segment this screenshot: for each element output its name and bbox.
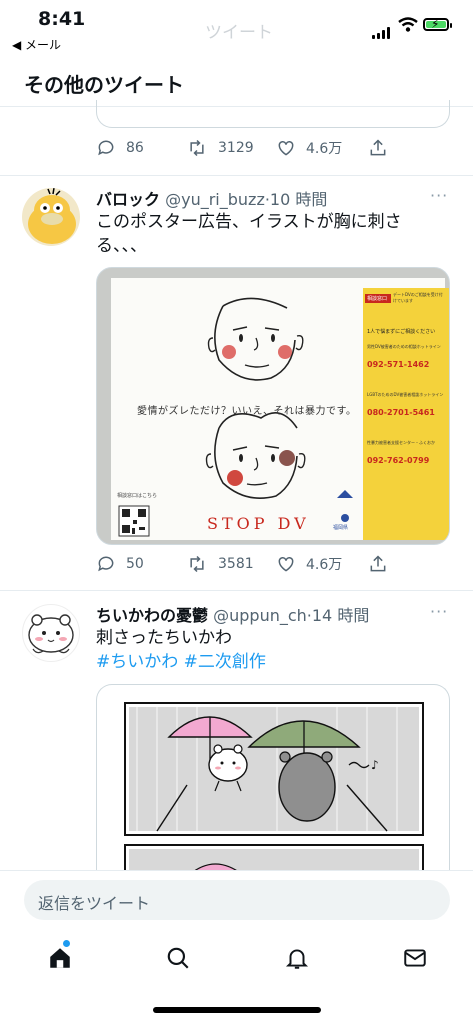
page-title: その他のツイート (24, 73, 184, 97)
bell-icon (285, 949, 309, 969)
share-button[interactable] (368, 554, 398, 574)
notification-dot (63, 940, 70, 947)
home-icon (50, 948, 70, 968)
battery-icon: ⚡ (423, 17, 452, 31)
heart-icon (278, 140, 294, 156)
share-icon (370, 139, 386, 156)
search-icon (167, 947, 189, 969)
share-icon (370, 555, 386, 572)
tweet-text: このポスター広告、イラストが胸に刺さ る、、、 (96, 212, 402, 256)
display-name[interactable]: バロック (96, 190, 160, 209)
city-logo-text: 福岡県 (333, 525, 349, 531)
share-button[interactable] (368, 138, 398, 158)
timestamp: ·10 時間 (264, 190, 328, 209)
more-options-button[interactable]: ··· (430, 186, 448, 205)
retweet-icon (190, 555, 204, 573)
status-time: 8:41 (38, 8, 86, 30)
like-button[interactable]: 4.6万 (276, 554, 342, 574)
handle[interactable]: @yu_ri_buzz (165, 190, 265, 209)
previous-tweet-media[interactable] (96, 100, 450, 128)
tweet-actions: 50 3581 4.6万 (96, 554, 396, 578)
reply-icon (98, 556, 114, 572)
home-indicator (153, 1007, 321, 1013)
reply-icon (98, 140, 114, 156)
display-name[interactable]: ちいかわの憂鬱 (96, 606, 208, 625)
qr-caption: 相談窓口はこちら (117, 493, 158, 499)
tweet-text: 刺さったちいかわ (96, 628, 232, 648)
retweet-icon (190, 139, 204, 157)
tweet-media-comic[interactable]: ♪ (96, 684, 450, 884)
mail-icon (404, 949, 426, 967)
poster-slogan: STOP DV (207, 514, 310, 533)
retweet-button[interactable]: 3129 (186, 138, 254, 158)
timestamp: ·14 時間 (306, 606, 370, 625)
poster-side-panel: 相談窓口 デートDVのご相談を受け付けています 1人で悩まずにご相談ください 男… (363, 288, 449, 540)
tweet-divider (0, 175, 473, 176)
chiikawa-avatar-icon (28, 614, 74, 654)
reply-divider (0, 870, 473, 871)
retweet-button[interactable]: 3581 (186, 554, 254, 574)
prev-tweet-actions: 86 3129 4.6万 (96, 138, 396, 162)
tab-home[interactable] (45, 943, 75, 973)
ghost-title: ツイート (205, 23, 273, 43)
avatar[interactable] (22, 188, 80, 246)
back-to-mail-link[interactable]: ◀ メール (12, 36, 61, 53)
hashtag-links[interactable]: #ちいかわ #二次創作 (96, 650, 266, 674)
psyduck-avatar-icon (22, 188, 80, 246)
reply-button[interactable]: 50 (96, 554, 144, 574)
tweet-media-poster[interactable]: 愛情がズレただけ？いいえ、それは暴力です。 STOP DV 相談窓口はこちら 福… (96, 267, 450, 545)
tab-search[interactable] (163, 943, 193, 973)
comic-illustration-icon: ♪ (124, 702, 424, 884)
heart-icon (278, 556, 294, 572)
tweet-header: ちいかわの憂鬱 @uppun_ch·14 時間 (96, 602, 369, 626)
more-options-button[interactable]: ··· (430, 602, 448, 621)
poster-caption: 愛情がズレただけ？いいえ、それは暴力です。 (137, 406, 357, 417)
tab-notifications[interactable] (282, 943, 312, 973)
like-button[interactable]: 4.6万 (276, 138, 342, 158)
reply-button[interactable]: 86 (96, 138, 144, 158)
cellular-signal-icon (372, 20, 392, 39)
wifi-icon (398, 17, 418, 36)
tweet-header: バロック @yu_ri_buzz·10 時間 (96, 186, 327, 210)
tweet-divider (0, 590, 473, 591)
handle[interactable]: @uppun_ch (213, 606, 307, 625)
tab-messages[interactable] (400, 943, 430, 973)
poster: 愛情がズレただけ？いいえ、それは暴力です。 STOP DV 相談窓口はこちら 福… (111, 278, 449, 540)
reply-placeholder: 返信をツイート (38, 894, 151, 913)
svg-text:♪: ♪ (371, 758, 379, 772)
avatar[interactable] (22, 604, 80, 662)
